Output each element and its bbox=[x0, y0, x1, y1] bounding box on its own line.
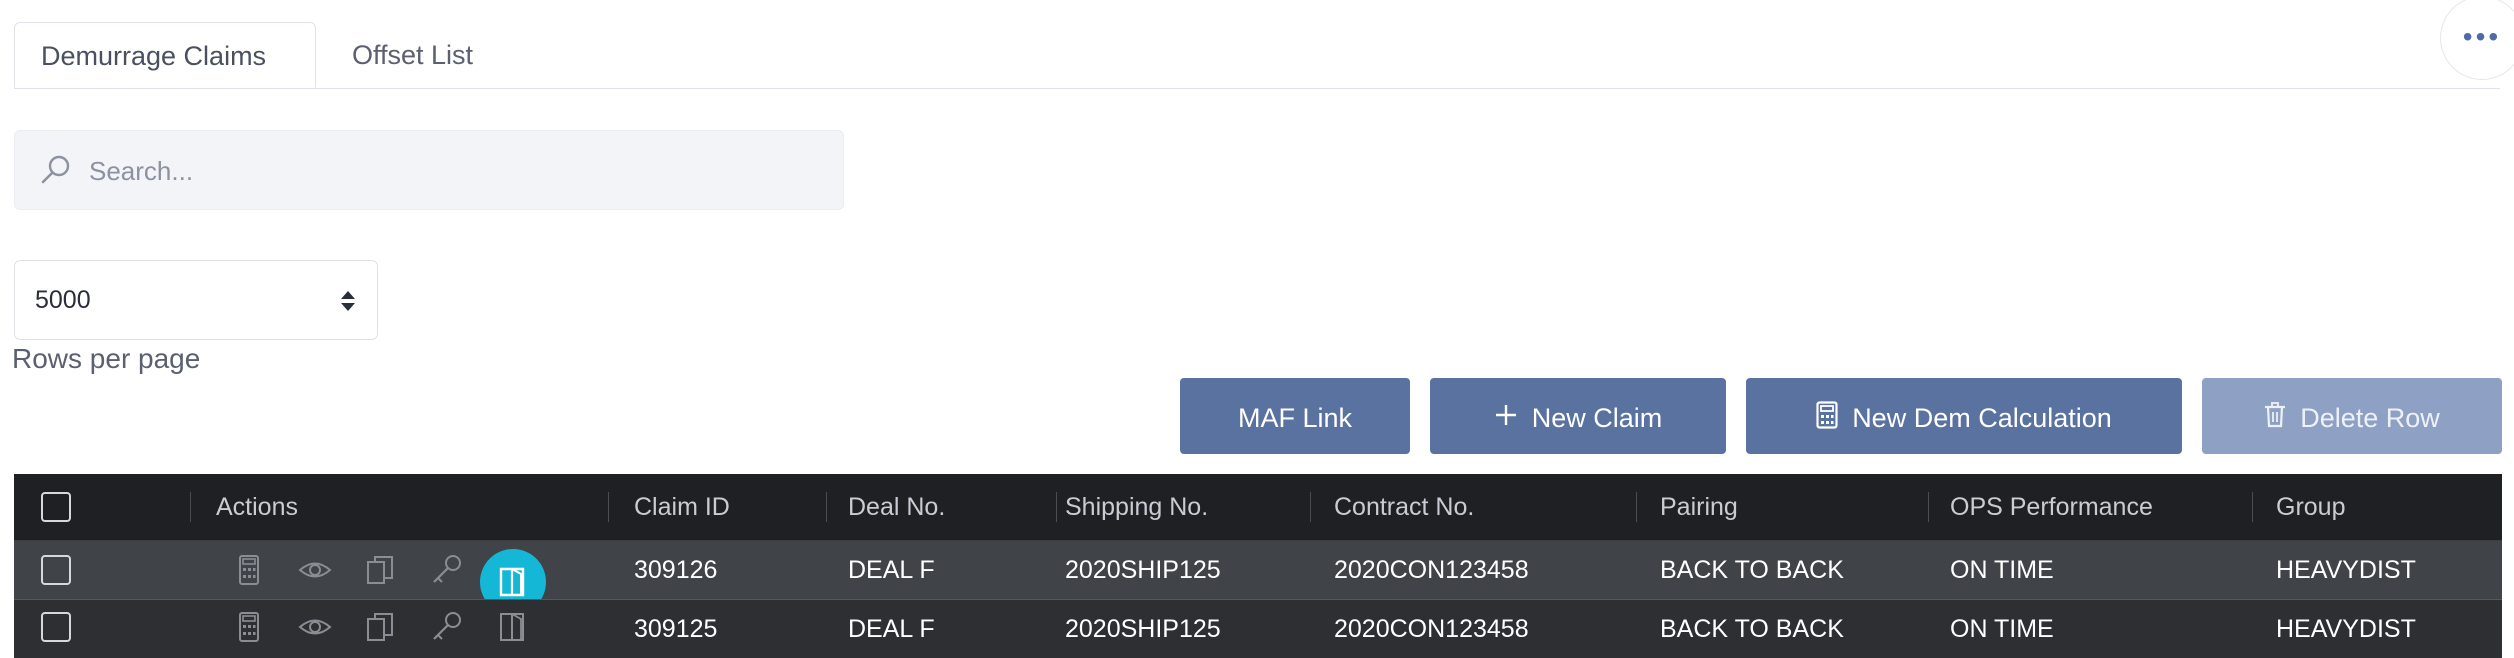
table-header: Actions Claim ID Deal No. Shipping No. C… bbox=[14, 474, 2502, 541]
copy-icon[interactable] bbox=[364, 610, 398, 644]
cell-group: HEAVYDIST bbox=[2276, 556, 2416, 584]
new-dem-calculation-button[interactable]: New Dem Calculation bbox=[1746, 378, 2182, 454]
column-header-shipping-no[interactable]: Shipping No. bbox=[1065, 474, 1208, 540]
column-header-pairing[interactable]: Pairing bbox=[1660, 474, 1738, 540]
search-input[interactable] bbox=[87, 131, 831, 211]
row-checkbox[interactable] bbox=[41, 612, 71, 642]
cell-group: HEAVYDIST bbox=[2276, 615, 2416, 643]
eye-icon[interactable] bbox=[298, 553, 332, 587]
rows-per-page-value: 5000 bbox=[35, 286, 91, 314]
cell-shipping-no: 2020SHIP125 bbox=[1065, 556, 1221, 584]
delete-row-button[interactable]: Delete Row bbox=[2202, 378, 2502, 454]
book-icon[interactable] bbox=[496, 610, 530, 644]
new-dem-calculation-label: New Dem Calculation bbox=[1852, 402, 2112, 433]
cell-claim-id: 309126 bbox=[634, 556, 718, 584]
new-claim-label: New Claim bbox=[1531, 402, 1663, 433]
key-icon[interactable] bbox=[430, 610, 464, 644]
plus-icon bbox=[1495, 404, 1516, 425]
search-box bbox=[14, 130, 844, 211]
column-header-actions[interactable]: Actions bbox=[216, 474, 298, 540]
calculator-icon bbox=[1816, 401, 1838, 429]
search-icon bbox=[41, 155, 70, 184]
table-row[interactable]: 309126 DEAL F 2020SHIP125 2020CON123458 … bbox=[14, 541, 2502, 615]
more-options-button[interactable]: ••• bbox=[2440, 0, 2514, 80]
cell-contract-no: 2020CON123458 bbox=[1334, 556, 1529, 584]
eye-icon[interactable] bbox=[298, 610, 332, 644]
rows-per-page-label: Rows per page bbox=[12, 343, 201, 374]
tab-demurrage-claims[interactable]: Demurrage Claims bbox=[14, 22, 316, 88]
maf-link-button[interactable]: MAF Link bbox=[1180, 378, 1410, 454]
cell-claim-id: 309125 bbox=[634, 615, 718, 643]
ellipsis-icon: ••• bbox=[2462, 21, 2502, 52]
rows-per-page-select[interactable]: 5000 bbox=[14, 260, 378, 340]
cell-pairing: BACK TO BACK bbox=[1660, 615, 1844, 643]
column-divider bbox=[190, 492, 191, 522]
cell-deal-no: DEAL F bbox=[848, 556, 935, 584]
column-divider bbox=[608, 492, 609, 522]
cell-ops-performance: ON TIME bbox=[1950, 615, 2054, 643]
cell-contract-no: 2020CON123458 bbox=[1334, 615, 1529, 643]
calculator-icon[interactable] bbox=[232, 610, 266, 644]
tab-offset-list[interactable]: Offset List bbox=[326, 22, 499, 88]
book-icon bbox=[499, 567, 525, 597]
copy-icon[interactable] bbox=[364, 553, 398, 587]
sort-caret-icon bbox=[341, 291, 355, 311]
select-all-checkbox[interactable] bbox=[41, 492, 71, 522]
maf-link-label: MAF Link bbox=[1237, 402, 1353, 433]
row-checkbox[interactable] bbox=[41, 555, 71, 585]
column-divider bbox=[1310, 492, 1311, 522]
tab-bar: Demurrage Claims Offset List ••• bbox=[14, 0, 2514, 89]
claims-table: Actions Claim ID Deal No. Shipping No. C… bbox=[14, 474, 2502, 658]
column-header-contract-no[interactable]: Contract No. bbox=[1334, 474, 1474, 540]
column-header-group[interactable]: Group bbox=[2276, 474, 2345, 540]
new-claim-button[interactable]: New Claim bbox=[1430, 378, 1726, 454]
cell-ops-performance: ON TIME bbox=[1950, 556, 2054, 584]
column-divider bbox=[1636, 492, 1637, 522]
cell-deal-no: DEAL F bbox=[848, 615, 935, 643]
table-row[interactable]: 309125 DEAL F 2020SHIP125 2020CON123458 … bbox=[14, 599, 2502, 658]
column-divider bbox=[826, 492, 827, 522]
trash-icon bbox=[2265, 401, 2286, 427]
column-header-ops-performance[interactable]: OPS Performance bbox=[1950, 474, 2153, 540]
key-icon[interactable] bbox=[430, 553, 464, 587]
column-divider bbox=[1056, 492, 1057, 522]
column-divider bbox=[1928, 492, 1929, 522]
column-divider bbox=[2252, 492, 2253, 522]
delete-row-label: Delete Row bbox=[2300, 402, 2440, 433]
cell-shipping-no: 2020SHIP125 bbox=[1065, 615, 1221, 643]
cell-pairing: BACK TO BACK bbox=[1660, 556, 1844, 584]
calculator-icon[interactable] bbox=[232, 553, 266, 587]
column-header-deal-no[interactable]: Deal No. bbox=[848, 474, 945, 540]
column-header-claim-id[interactable]: Claim ID bbox=[634, 474, 730, 540]
